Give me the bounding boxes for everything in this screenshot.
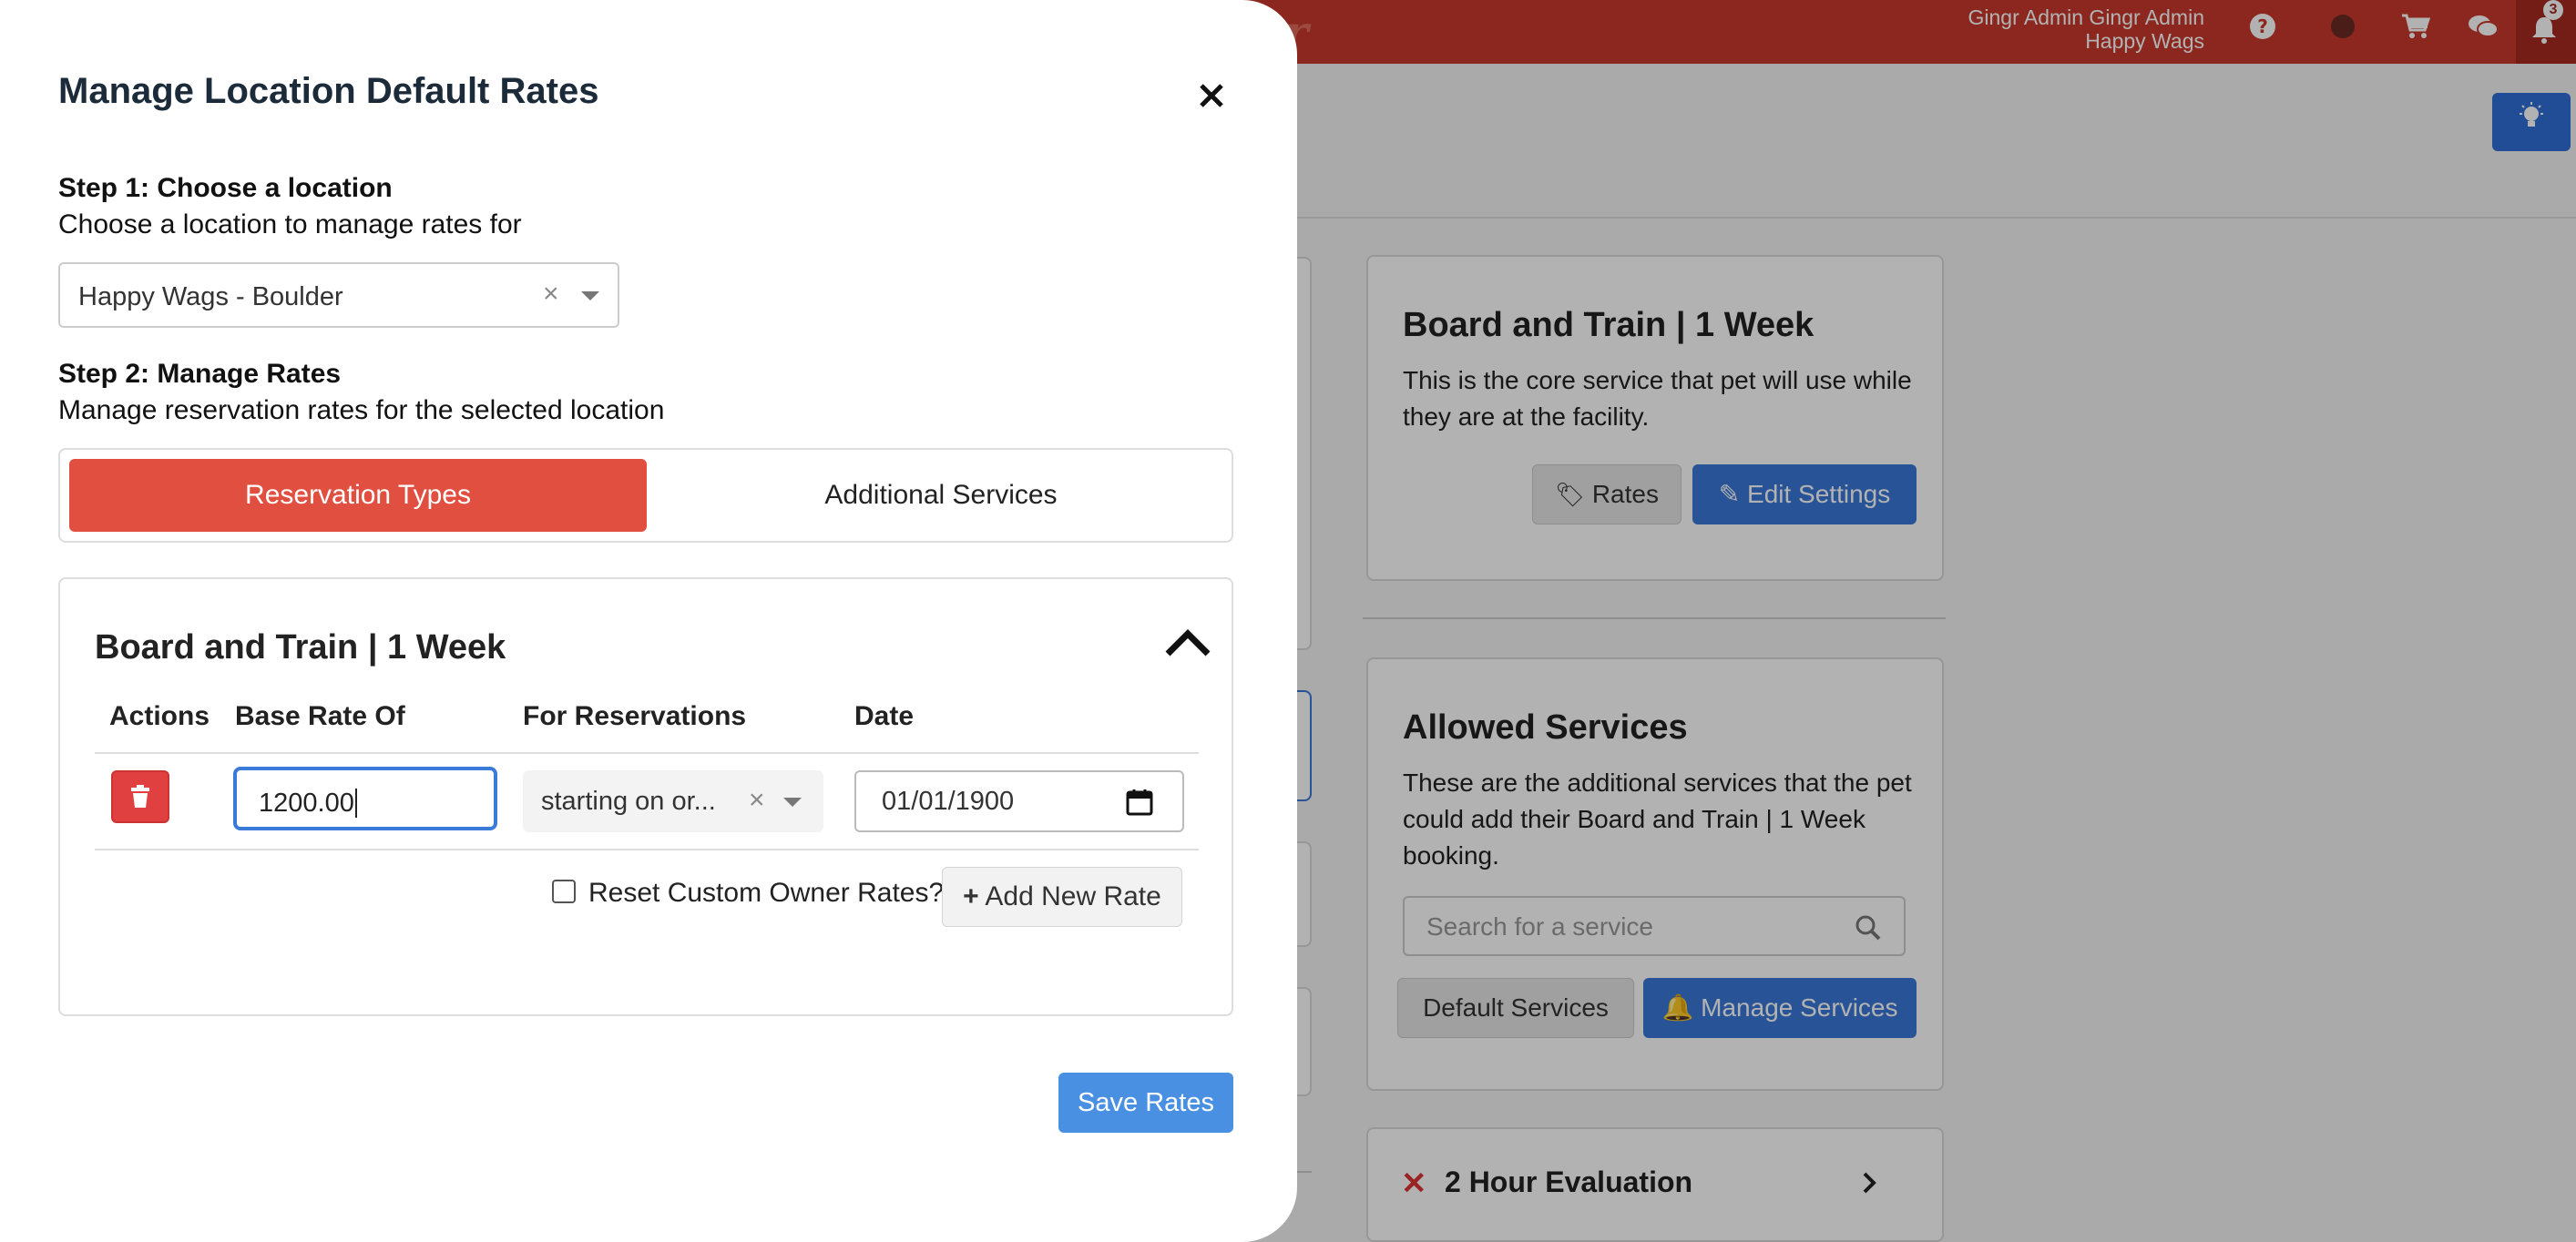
chevron-up-icon	[1165, 629, 1211, 657]
delete-rate-button[interactable]	[111, 770, 169, 823]
step1-heading: Step 1: Choose a location	[58, 173, 393, 203]
modal-title: Manage Location Default Rates	[58, 71, 599, 111]
clear-location-icon[interactable]: ×	[543, 279, 559, 310]
column-header-base-rate: Base Rate Of	[235, 701, 405, 731]
chevron-down-icon[interactable]	[581, 291, 599, 300]
tab-reservation-types[interactable]: Reservation Types	[69, 459, 647, 532]
trash-icon	[131, 785, 149, 808]
table-divider	[95, 752, 1199, 754]
tab-additional-services[interactable]: Additional Services	[652, 459, 1230, 532]
column-header-date: Date	[854, 701, 915, 731]
base-rate-input[interactable]: 1200.00	[233, 767, 497, 830]
calendar-icon[interactable]	[1126, 789, 1153, 816]
step1-subheading: Choose a location to manage rates for	[58, 209, 522, 239]
save-rates-button[interactable]: Save Rates	[1058, 1073, 1233, 1133]
reset-custom-rates-checkbox[interactable]	[552, 880, 576, 903]
close-button[interactable]	[1193, 71, 1230, 117]
date-input[interactable]: 01/01/1900	[854, 770, 1184, 832]
rates-panel-title: Board and Train | 1 Week	[95, 628, 506, 667]
base-rate-value: 1200.00	[259, 789, 354, 818]
rates-panel: Board and Train | 1 Week Actions Base Ra…	[58, 577, 1233, 1016]
step2-subheading: Manage reservation rates for the selecte…	[58, 395, 665, 425]
column-header-actions: Actions	[109, 701, 210, 731]
reset-custom-rates-label: Reset Custom Owner Rates?	[588, 878, 945, 908]
close-icon	[1200, 84, 1223, 107]
clear-reservation-icon[interactable]: ×	[749, 785, 765, 816]
table-divider	[95, 849, 1199, 850]
add-new-rate-button[interactable]: + Add New Rate	[942, 867, 1182, 927]
plus-icon: +	[963, 881, 979, 911]
location-select-value: Happy Wags - Boulder	[78, 282, 343, 311]
for-reservations-value: starting on or...	[541, 787, 716, 816]
manage-rates-modal: Manage Location Default Rates Step 1: Ch…	[0, 0, 1297, 1242]
collapse-button[interactable]	[1162, 626, 1213, 659]
date-value: 01/01/1900	[882, 787, 1015, 816]
column-header-for-reservations: For Reservations	[523, 701, 747, 731]
for-reservations-select[interactable]: starting on or... ×	[523, 770, 823, 832]
location-select[interactable]: Happy Wags - Boulder ×	[58, 262, 619, 328]
chevron-down-icon[interactable]	[783, 798, 802, 807]
step2-heading: Step 2: Manage Rates	[58, 359, 342, 389]
rate-tabs: Reservation Types Additional Services	[58, 448, 1233, 543]
